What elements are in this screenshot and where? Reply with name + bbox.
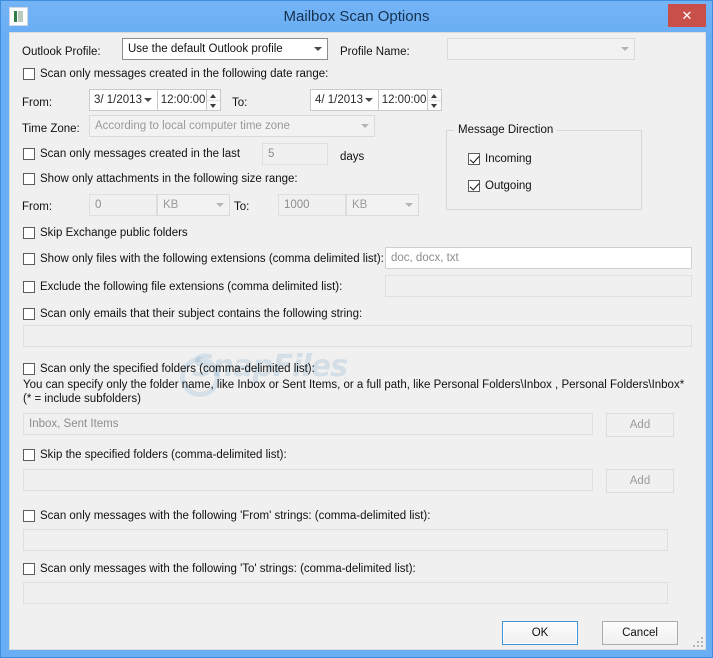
- last-days-checkbox-row[interactable]: Scan only messages created in the last: [23, 147, 240, 161]
- chevron-down-icon: [621, 47, 629, 51]
- last-days-checkbox[interactable]: [23, 148, 35, 160]
- size-from-label: From:: [22, 201, 53, 213]
- from-strings-checkbox[interactable]: [23, 510, 35, 522]
- outlook-profile-value: Use the default Outlook profile: [128, 43, 283, 55]
- only-folders-hint-line1: You can specify only the folder name, li…: [23, 379, 685, 391]
- chevron-down-icon: [361, 124, 369, 128]
- date-range-checkbox-row[interactable]: Scan only messages created in the follow…: [23, 67, 328, 81]
- incoming-checkbox[interactable]: [468, 153, 480, 165]
- include-extensions-checkbox[interactable]: [23, 253, 35, 265]
- skip-public-folders-checkbox-row[interactable]: Skip Exchange public folders: [23, 226, 188, 240]
- only-folders-input[interactable]: Inbox, Sent Items: [23, 413, 593, 435]
- date-from-timepart[interactable]: 12:00:00 Al: [158, 90, 206, 110]
- only-folders-checkbox-row[interactable]: Scan only the specified folders (comma-d…: [23, 362, 315, 376]
- title-bar: Mailbox Scan Options ✕: [1, 1, 712, 32]
- date-from-value: 3/ 1/2013: [94, 94, 142, 106]
- chevron-down-icon: [405, 203, 413, 207]
- size-to-input[interactable]: 1000: [278, 194, 346, 216]
- time-zone-label: Time Zone:: [22, 123, 80, 135]
- size-to-label: To:: [234, 201, 250, 213]
- exclude-extensions-input[interactable]: [385, 275, 692, 297]
- exclude-extensions-checkbox-row[interactable]: Exclude the following file extensions (c…: [23, 280, 342, 294]
- to-strings-label: Scan only messages with the following 'T…: [40, 563, 416, 575]
- skip-folders-checkbox-row[interactable]: Skip the specified folders (comma-delimi…: [23, 448, 287, 462]
- size-from-input[interactable]: 0: [89, 194, 157, 216]
- dialog-window: Mailbox Scan Options ✕ SnapFiles Outlook…: [0, 0, 713, 658]
- message-direction-group: [446, 130, 642, 210]
- date-to-datepart[interactable]: 4/ 1/2013: [311, 90, 379, 110]
- skip-public-folders-checkbox[interactable]: [23, 227, 35, 239]
- size-to-unit-select[interactable]: KB: [346, 194, 419, 216]
- resize-grip[interactable]: [691, 635, 703, 647]
- cancel-button[interactable]: Cancel: [602, 621, 678, 645]
- dialog-body: SnapFiles Outlook Profile: Use the defau…: [9, 32, 706, 650]
- date-to-timepart[interactable]: 12:00:00 Al: [379, 90, 427, 110]
- exclude-extensions-label: Exclude the following file extensions (c…: [40, 281, 343, 293]
- to-strings-checkbox[interactable]: [23, 563, 35, 575]
- profile-name-select[interactable]: [447, 38, 635, 60]
- last-days-label: Scan only messages created in the last: [40, 148, 241, 160]
- to-strings-checkbox-row[interactable]: Scan only messages with the following 'T…: [23, 562, 416, 576]
- time-zone-select[interactable]: According to local computer time zone: [89, 115, 375, 137]
- chevron-down-icon: [216, 203, 224, 207]
- skip-folders-add-button[interactable]: Add: [606, 469, 674, 493]
- subject-contains-input[interactable]: [23, 325, 692, 347]
- subject-contains-label: Scan only emails that their subject cont…: [40, 308, 363, 320]
- from-strings-label: Scan only messages with the following 'F…: [40, 510, 431, 522]
- skip-folders-input[interactable]: [23, 469, 593, 491]
- size-from-unit-value: KB: [163, 199, 179, 211]
- size-range-checkbox[interactable]: [23, 173, 35, 185]
- skip-public-folders-label: Skip Exchange public folders: [40, 227, 188, 239]
- date-from-label: From:: [22, 97, 53, 109]
- incoming-checkbox-row[interactable]: Incoming: [468, 152, 532, 166]
- chevron-down-icon: [314, 47, 322, 51]
- date-from-datepart[interactable]: 3/ 1/2013: [90, 90, 158, 110]
- date-from-time-value: 12:00:00 Al: [160, 94, 206, 106]
- only-folders-label: Scan only the specified folders (comma-d…: [40, 363, 315, 375]
- time-zone-value: According to local computer time zone: [95, 120, 290, 132]
- message-direction-title: Message Direction: [454, 124, 558, 136]
- include-extensions-checkbox-row[interactable]: Show only files with the following exten…: [23, 252, 384, 266]
- outlook-profile-label: Outlook Profile:: [22, 46, 101, 58]
- date-range-checkbox[interactable]: [23, 68, 35, 80]
- size-to-unit-value: KB: [352, 199, 368, 211]
- include-extensions-label: Show only files with the following exten…: [40, 253, 384, 265]
- only-folders-add-button[interactable]: Add: [606, 413, 674, 437]
- date-to-label: To:: [232, 97, 248, 109]
- ok-button[interactable]: OK: [502, 621, 578, 645]
- from-strings-input[interactable]: [23, 529, 668, 551]
- outgoing-checkbox[interactable]: [468, 180, 480, 192]
- include-extensions-input[interactable]: doc, docx, txt: [385, 247, 692, 269]
- date-range-label: Scan only messages created in the follow…: [40, 68, 329, 80]
- profile-name-label: Profile Name:: [340, 46, 410, 58]
- only-folders-hint-line2: (* = include subfolders): [23, 393, 141, 405]
- size-from-unit-select[interactable]: KB: [157, 194, 230, 216]
- chevron-down-icon[interactable]: [364, 98, 373, 102]
- chevron-down-icon[interactable]: [143, 98, 152, 102]
- date-to-value: 4/ 1/2013: [315, 94, 363, 106]
- last-days-unit-label: days: [340, 151, 365, 163]
- to-strings-input[interactable]: [23, 582, 668, 604]
- close-icon[interactable]: ✕: [668, 4, 706, 27]
- outgoing-checkbox-row[interactable]: Outgoing: [468, 179, 532, 193]
- subject-contains-checkbox[interactable]: [23, 308, 35, 320]
- incoming-label: Incoming: [485, 153, 532, 165]
- outgoing-label: Outgoing: [485, 180, 532, 192]
- size-range-label: Show only attachments in the following s…: [40, 173, 298, 185]
- size-range-checkbox-row[interactable]: Show only attachments in the following s…: [23, 172, 298, 186]
- date-to-spinner[interactable]: [427, 90, 441, 110]
- date-to-picker[interactable]: 4/ 1/2013 12:00:00 Al: [310, 89, 442, 111]
- date-to-time-value: 12:00:00 Al: [381, 94, 427, 106]
- skip-folders-label: Skip the specified folders (comma-delimi…: [40, 449, 287, 461]
- skip-folders-checkbox[interactable]: [23, 449, 35, 461]
- date-from-picker[interactable]: 3/ 1/2013 12:00:00 Al: [89, 89, 221, 111]
- last-days-input[interactable]: 5: [262, 143, 328, 165]
- from-strings-checkbox-row[interactable]: Scan only messages with the following 'F…: [23, 509, 430, 523]
- outlook-profile-select[interactable]: Use the default Outlook profile: [122, 38, 328, 60]
- only-folders-checkbox[interactable]: [23, 363, 35, 375]
- window-title: Mailbox Scan Options: [283, 8, 430, 25]
- subject-contains-checkbox-row[interactable]: Scan only emails that their subject cont…: [23, 307, 362, 321]
- exclude-extensions-checkbox[interactable]: [23, 281, 35, 293]
- date-from-spinner[interactable]: [206, 90, 220, 110]
